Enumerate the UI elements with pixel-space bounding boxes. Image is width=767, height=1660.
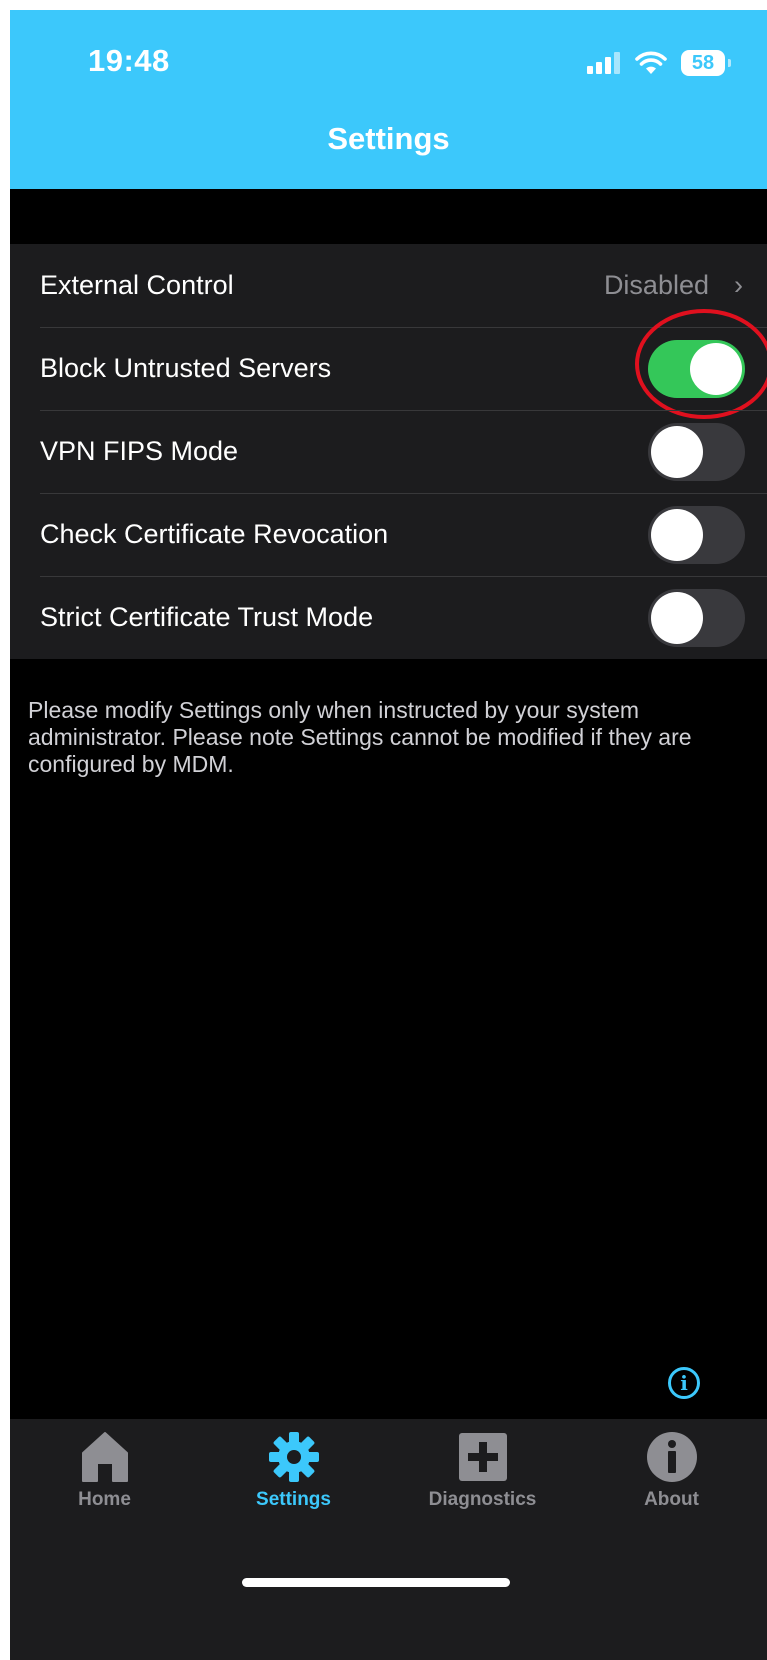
gear-icon [268, 1432, 319, 1482]
tab-settings[interactable]: Settings [199, 1419, 388, 1539]
tab-label: Home [78, 1489, 131, 1510]
tab-diagnostics[interactable]: Diagnostics [388, 1419, 577, 1539]
toggle-knob [651, 426, 703, 478]
status-time: 19:48 [88, 43, 170, 78]
settings-footnote: Please modify Settings only when instruc… [28, 697, 692, 777]
wifi-icon [635, 51, 667, 74]
settings-list: External Control Disabled › Block Untrus… [10, 244, 767, 659]
annotation-circle [635, 309, 767, 419]
settings-row-strict-certificate-trust-mode: Strict Certificate Trust Mode [10, 576, 767, 659]
tab-about[interactable]: About [577, 1419, 766, 1539]
home-indicator [242, 1578, 510, 1587]
tab-label: Settings [256, 1489, 331, 1510]
page-title: Settings [327, 121, 450, 156]
toggle-knob [651, 509, 703, 561]
settings-row-block-untrusted-servers: Block Untrusted Servers [10, 309, 767, 419]
app-header: 19:48 58 Settings [10, 10, 767, 189]
tab-bar: Home Settings Diagnostics About [10, 1419, 767, 1660]
row-label: VPN FIPS Mode [40, 436, 239, 466]
tab-label: About [644, 1489, 699, 1510]
info-circle-icon [646, 1432, 697, 1482]
check-certificate-revocation-toggle[interactable] [648, 506, 745, 564]
home-icon [81, 1432, 128, 1482]
vpn-fips-mode-toggle[interactable] [648, 423, 745, 481]
row-label: Check Certificate Revocation [40, 519, 389, 549]
strict-certificate-trust-mode-toggle[interactable] [648, 589, 745, 647]
toggle-knob [651, 592, 703, 644]
cellular-signal-icon [587, 52, 620, 74]
row-label: Strict Certificate Trust Mode [40, 602, 374, 632]
battery-icon: 58 [681, 50, 731, 76]
tab-home[interactable]: Home [10, 1419, 199, 1539]
plus-square-icon [458, 1433, 507, 1481]
phone-screen: 19:48 58 Settings External Control Disab… [10, 10, 767, 1660]
row-label: Block Untrusted Servers [40, 353, 332, 383]
settings-row-external-control[interactable]: External Control Disabled › [10, 244, 767, 327]
row-label: External Control [40, 270, 234, 300]
info-icon[interactable]: i [668, 1367, 700, 1399]
settings-row-vpn-fips-mode: VPN FIPS Mode [10, 410, 767, 493]
tab-label: Diagnostics [428, 1489, 537, 1510]
settings-row-check-certificate-revocation: Check Certificate Revocation [10, 493, 767, 576]
status-icons: 58 [587, 48, 731, 78]
